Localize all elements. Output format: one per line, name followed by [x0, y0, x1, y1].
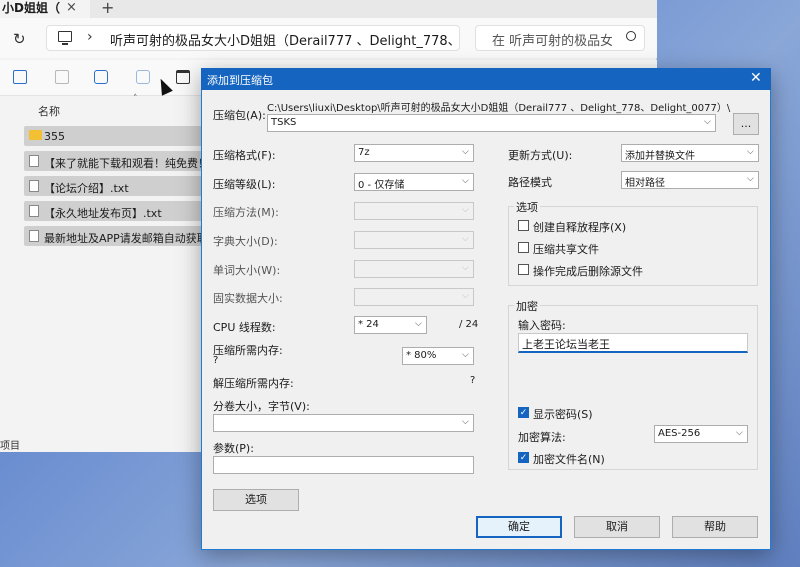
format-label: 压缩格式(F): [213, 149, 276, 162]
browse-button[interactable]: ... [733, 113, 759, 135]
show-password-checkbox[interactable]: ✓ [518, 407, 529, 418]
cancel-button[interactable]: 取消 [574, 516, 660, 538]
help-button[interactable]: 帮助 [672, 516, 758, 538]
parameters-label: 参数(P): [213, 442, 254, 455]
parameters-input[interactable] [213, 456, 474, 474]
delete-after-checkbox[interactable] [518, 264, 529, 275]
file-name: 最新地址及APP请发邮箱自动获取! [44, 232, 202, 245]
text-file-icon [29, 155, 39, 167]
memory-value: * 80% [406, 350, 437, 361]
decompress-memory-label: 解压缩所需内存: [213, 377, 294, 390]
close-tab-icon[interactable]: × [66, 0, 77, 15]
method-label: 压缩方法(M): [213, 206, 279, 219]
split-size-combo[interactable] [213, 414, 474, 432]
file-name: 【永久地址发布页】.txt [44, 207, 162, 220]
chevron-down-icon[interactable]: ⌵ [462, 417, 469, 427]
sort-chevron-icon[interactable]: ˄ [133, 94, 138, 104]
create-sfx-checkbox[interactable] [518, 220, 529, 231]
chevron-down-icon[interactable]: ⌵ [462, 147, 469, 157]
new-tab-button[interactable]: + [101, 0, 114, 17]
file-name: 【论坛介绍】.txt [44, 182, 129, 195]
folder-icon [29, 130, 42, 140]
file-name: 355 [44, 130, 65, 143]
breadcrumb-chevron-icon[interactable]: › [87, 29, 93, 45]
level-label: 压缩等级(L): [213, 178, 276, 191]
ok-button[interactable]: 确定 [476, 516, 562, 538]
delete-after-label: 操作完成后删除源文件 [533, 265, 643, 278]
method-select[interactable] [354, 202, 474, 220]
path-mode-label: 路径模式 [508, 176, 552, 189]
encrypt-names-label: 加密文件名(N) [533, 453, 605, 466]
word-size-label: 单词大小(W): [213, 264, 281, 277]
archive-path: C:\Users\liuxi\Desktop\听声可射的极品女大小D姐姐（Der… [267, 103, 731, 114]
archive-label: 压缩包(A): [213, 109, 266, 122]
rename-icon[interactable] [94, 70, 108, 84]
chevron-down-icon[interactable]: ⌵ [415, 319, 422, 329]
format-select[interactable] [354, 144, 474, 162]
split-size-label: 分卷大小，字节(V): [213, 400, 310, 413]
dictionary-label: 字典大小(D): [213, 235, 278, 248]
shared-files-checkbox[interactable] [518, 242, 529, 253]
paste-icon[interactable] [55, 70, 69, 84]
shared-files-label: 压缩共享文件 [533, 243, 599, 256]
share-icon[interactable] [136, 70, 150, 84]
computer-stand-icon [62, 43, 68, 45]
format-value: 7z [358, 147, 370, 158]
password-value: 上老王论坛当老王 [522, 338, 610, 351]
decompress-memory-value: ? [470, 375, 476, 386]
password-label: 输入密码: [518, 319, 566, 332]
show-password-label: 显示密码(S) [533, 408, 593, 421]
encryption-method-label: 加密算法: [518, 431, 566, 444]
memory-label: 压缩所需内存: [213, 344, 283, 357]
archive-name-combo[interactable] [267, 114, 716, 132]
encryption-group-title: 加密 [514, 298, 540, 314]
chevron-down-icon[interactable]: ⌵ [462, 350, 469, 360]
text-file-icon [29, 230, 39, 242]
file-name: 【来了就能下载和观看！纯免费！】 [44, 157, 202, 170]
chevron-down-icon: ⌵ [462, 234, 469, 244]
level-value: 0 - 仅存储 [358, 180, 405, 191]
word-size-select[interactable] [354, 260, 474, 278]
explorer-tab-bar [0, 0, 657, 18]
path-mode-value: 相对路径 [625, 178, 665, 189]
refresh-icon[interactable]: ↻ [13, 30, 26, 48]
solid-block-select[interactable] [354, 288, 474, 306]
cpu-threads-value: * 24 [358, 319, 379, 330]
encrypt-names-checkbox[interactable]: ✓ [518, 452, 529, 463]
chevron-down-icon[interactable]: ⌵ [462, 176, 469, 186]
chevron-down-icon[interactable]: ⌵ [736, 428, 743, 438]
options-group-title: 选项 [514, 199, 540, 215]
text-file-icon [29, 205, 39, 217]
chevron-down-icon[interactable]: ⌵ [747, 147, 754, 157]
update-mode-value: 添加并替换文件 [625, 151, 695, 162]
breadcrumb[interactable]: 听声可射的极品女大小D姐姐（Derail777 、Delight_778、Del… [110, 30, 455, 49]
delete-icon[interactable] [176, 70, 190, 84]
copy-icon[interactable] [13, 70, 27, 84]
create-sfx-label: 创建自释放程序(X) [533, 221, 627, 234]
chevron-down-icon: ⌵ [462, 291, 469, 301]
dialog-titlebar[interactable] [201, 68, 771, 90]
dictionary-select[interactable] [354, 231, 474, 249]
chevron-down-icon: ⌵ [462, 263, 469, 273]
update-mode-label: 更新方式(U): [508, 149, 573, 162]
status-bar-text: 项目 [0, 441, 20, 452]
chevron-down-icon: ⌵ [462, 205, 469, 215]
options-button[interactable]: 选项 [213, 489, 299, 511]
search-placeholder: 在 听声可射的极品女大 [492, 34, 612, 49]
dialog-title: 添加到压缩包 [207, 74, 273, 87]
cpu-threads-label: CPU 线程数: [213, 321, 276, 334]
encryption-method-value: AES-256 [658, 428, 701, 439]
memory-unknown: ? [213, 355, 219, 366]
text-file-icon [29, 180, 39, 192]
search-icon[interactable] [626, 31, 636, 41]
close-icon[interactable]: ✕ [750, 70, 762, 86]
solid-block-label: 固实数据大小: [213, 292, 283, 305]
computer-icon [58, 31, 72, 42]
chevron-down-icon[interactable]: ⌵ [747, 174, 754, 184]
archive-name-value: TSKS [271, 117, 297, 128]
chevron-down-icon[interactable]: ⌵ [704, 117, 711, 127]
column-header-name[interactable]: 名称 [38, 103, 60, 119]
cpu-threads-total: / 24 [459, 319, 479, 330]
